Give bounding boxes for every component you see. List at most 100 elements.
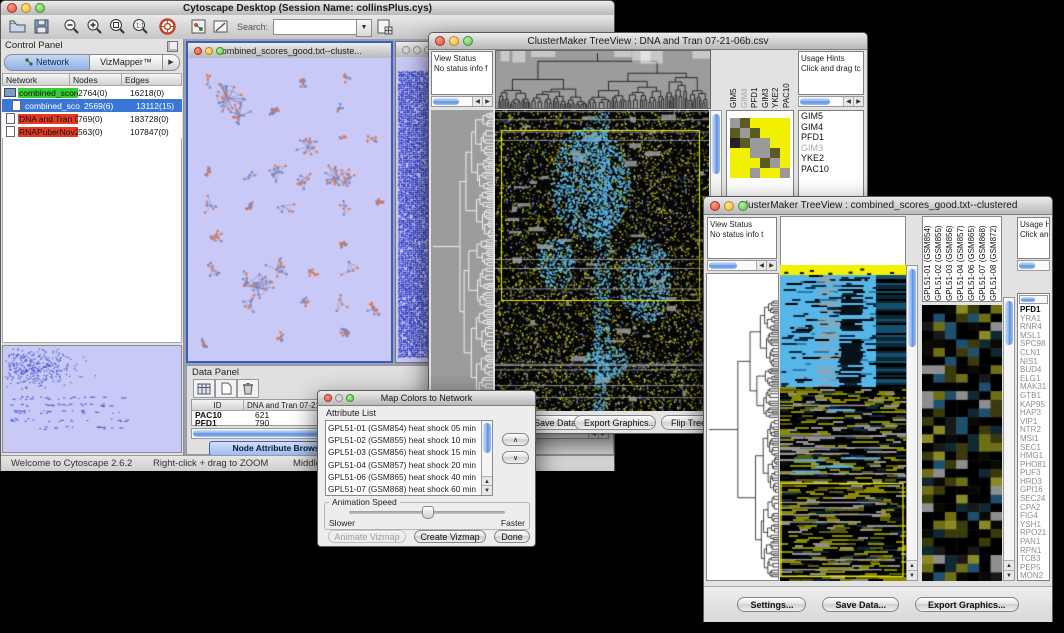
col-network[interactable]: Network — [2, 73, 70, 86]
tv1-gene-label[interactable]: GIM5 — [799, 111, 863, 122]
tv2-zoom-heatmap[interactable] — [922, 305, 1002, 581]
tv1-heatmap[interactable] — [495, 110, 709, 411]
treeview2-titlebar[interactable]: ClusterMaker TreeView : combined_scores_… — [704, 197, 1052, 215]
tv1-gene-label[interactable]: YKE2 — [799, 153, 863, 164]
frame-close-icon[interactable] — [194, 47, 202, 55]
minimize-icon[interactable] — [21, 3, 31, 13]
dialog-button-done[interactable]: Done — [494, 530, 530, 543]
vizmapper-icon[interactable] — [191, 19, 206, 34]
tv1-gene-label[interactable]: GIM3 — [799, 143, 863, 154]
attribute-list-item[interactable]: GPL51-01 (GSM854) heat shock 05 min — [328, 422, 490, 434]
tab-network[interactable]: Network — [4, 54, 90, 71]
attribute-list-item[interactable]: GPL51-06 (GSM865) heat shock 40 min — [328, 471, 490, 483]
arrow-down-icon[interactable]: ▼ — [907, 570, 917, 580]
arrow-right-icon[interactable]: ▶ — [853, 97, 863, 106]
tv2-close-icon[interactable] — [710, 201, 720, 211]
tv1-zoom-icon[interactable] — [463, 36, 473, 46]
dialog-titlebar[interactable]: Map Colors to Network — [318, 391, 535, 406]
tv1-gene-dendrogram[interactable] — [431, 110, 493, 411]
tv2-gene-dendrogram[interactable] — [707, 298, 778, 580]
dialog-zoom-icon[interactable] — [346, 394, 354, 402]
window-controls[interactable] — [7, 3, 45, 13]
annotation-icon[interactable] — [213, 19, 229, 34]
tab-overflow-button[interactable]: ▶ — [163, 54, 180, 71]
network-row[interactable]: combined_scores_2764(0)16218(0) — [2, 86, 182, 99]
arrow-right-icon[interactable]: ▶ — [766, 261, 776, 270]
attribute-list-item[interactable]: GPL51-03 (GSM856) heat shock 15 min — [328, 446, 490, 458]
save-icon[interactable] — [34, 19, 49, 34]
tv2-zoom-vscrollbar[interactable]: ▲ ▼ — [1003, 297, 1015, 581]
tv1-close-icon[interactable] — [435, 36, 445, 46]
network-overview-panel[interactable] — [2, 345, 182, 453]
tv2-heatmap[interactable] — [780, 265, 906, 581]
zoom-in-icon[interactable] — [86, 18, 103, 35]
move-up-button[interactable]: ∧ — [502, 433, 529, 446]
help-lifering-icon[interactable] — [159, 18, 176, 35]
search-input[interactable] — [273, 19, 357, 35]
zoom-fit-icon[interactable] — [109, 18, 126, 35]
zoom-out-icon[interactable] — [63, 18, 80, 35]
speed-slider-thumb[interactable] — [422, 506, 434, 519]
new-attribute-icon[interactable] — [215, 379, 237, 398]
import-table-icon[interactable] — [377, 19, 393, 35]
frame2-minimize-icon[interactable] — [413, 46, 421, 54]
arrow-left-icon[interactable]: ◀ — [843, 97, 853, 106]
arrow-down-icon[interactable]: ▼ — [1004, 570, 1014, 580]
network-row[interactable]: RNAPuberNov2+563(0)107847(0) — [2, 125, 182, 138]
tv2-gene-label[interactable]: MON2 — [1018, 572, 1050, 581]
frame-minimize-icon[interactable] — [205, 47, 213, 55]
col-edges[interactable]: Edges — [122, 73, 182, 86]
network-view-canvas[interactable] — [188, 58, 391, 361]
attribute-list-item[interactable]: GPL51-04 (GSM857) heat shock 20 min — [328, 459, 490, 471]
search-dropdown-button[interactable]: ▼ — [356, 19, 372, 37]
arrow-up-icon[interactable]: ▲ — [907, 560, 917, 570]
treeview1-titlebar[interactable]: ClusterMaker TreeView : DNA and Tran 07-… — [429, 33, 867, 50]
overview-canvas[interactable] — [3, 346, 181, 452]
arrow-right-icon[interactable]: ▶ — [482, 97, 492, 106]
tv1-array-dendrogram[interactable] — [495, 50, 711, 109]
arrow-left-icon[interactable]: ◀ — [472, 97, 482, 106]
main-titlebar[interactable]: Cytoscape Desktop (Session Name: collins… — [1, 1, 614, 16]
tv1-gene-label[interactable]: GIM4 — [799, 122, 863, 133]
tab-vizmapper[interactable]: VizMapper™ — [90, 54, 163, 71]
select-attributes-icon[interactable] — [193, 379, 215, 398]
arrow-left-icon[interactable]: ◀ — [756, 261, 766, 270]
zoom-selected-icon[interactable]: 1:1 — [132, 18, 149, 35]
col-nodes[interactable]: Nodes — [70, 73, 122, 86]
move-down-button[interactable]: ∨ — [502, 451, 529, 464]
tv1-gene-label[interactable]: PFD1 — [799, 132, 863, 143]
tv2-button-settings[interactable]: Settings... — [737, 597, 806, 612]
tv2-array-dendrogram-area[interactable] — [780, 216, 906, 265]
delete-attribute-trash-icon[interactable] — [237, 379, 259, 398]
float-panel-icon[interactable] — [167, 41, 178, 52]
arrow-up-icon[interactable]: ▲ — [1004, 560, 1014, 570]
dialog-close-icon[interactable] — [324, 394, 332, 402]
attribute-list-item[interactable]: GPL51-07 (GSM868) heat shock 60 min — [328, 483, 490, 495]
tv1-button-export-graphics[interactable]: Export Graphics... — [574, 415, 656, 430]
network-row[interactable]: DNA and Tran 07769(0)183728(0) — [2, 112, 182, 125]
dialog-minimize-icon[interactable] — [335, 394, 343, 402]
frame-zoom-icon[interactable] — [216, 47, 224, 55]
network-list-empty[interactable] — [2, 138, 182, 343]
tv1-status-scrollbar[interactable]: ◀ ▶ — [431, 96, 493, 107]
tv2-usage-scrollbar[interactable] — [1017, 260, 1050, 271]
attribute-list-vscrollbar[interactable]: ▲ ▼ — [481, 421, 492, 495]
open-folder-icon[interactable] — [9, 19, 26, 33]
tv1-minimize-icon[interactable] — [449, 36, 459, 46]
tv2-button-export-graphics[interactable]: Export Graphics... — [915, 597, 1019, 612]
tv1-similarity-matrix[interactable] — [730, 118, 790, 178]
tv2-status-scrollbar[interactable]: ◀ ▶ — [707, 260, 777, 271]
zoom-icon[interactable] — [35, 3, 45, 13]
arrow-down-icon[interactable]: ▼ — [482, 485, 492, 495]
network-frame-titlebar[interactable]: combined_scores_good.txt--cluste... — [188, 43, 391, 59]
attribute-list-item[interactable]: GPL51-02 (GSM855) heat shock 10 min — [328, 434, 490, 446]
close-icon[interactable] — [7, 3, 17, 13]
frame2-close-icon[interactable] — [402, 46, 410, 54]
tv2-minimize-icon[interactable] — [724, 201, 734, 211]
tv2-button-save-data[interactable]: Save Data... — [822, 597, 899, 612]
tv1-usage-scrollbar[interactable]: ◀ ▶ — [798, 96, 864, 107]
tv2-gene-hscrollbar[interactable] — [1019, 295, 1048, 304]
tv2-heatmap-vscrollbar[interactable]: ▲ ▼ — [906, 265, 918, 581]
network-row[interactable]: combined_sco2569(6)13112(15) — [2, 99, 182, 112]
tv1-gene-label[interactable]: PAC10 — [799, 164, 863, 175]
